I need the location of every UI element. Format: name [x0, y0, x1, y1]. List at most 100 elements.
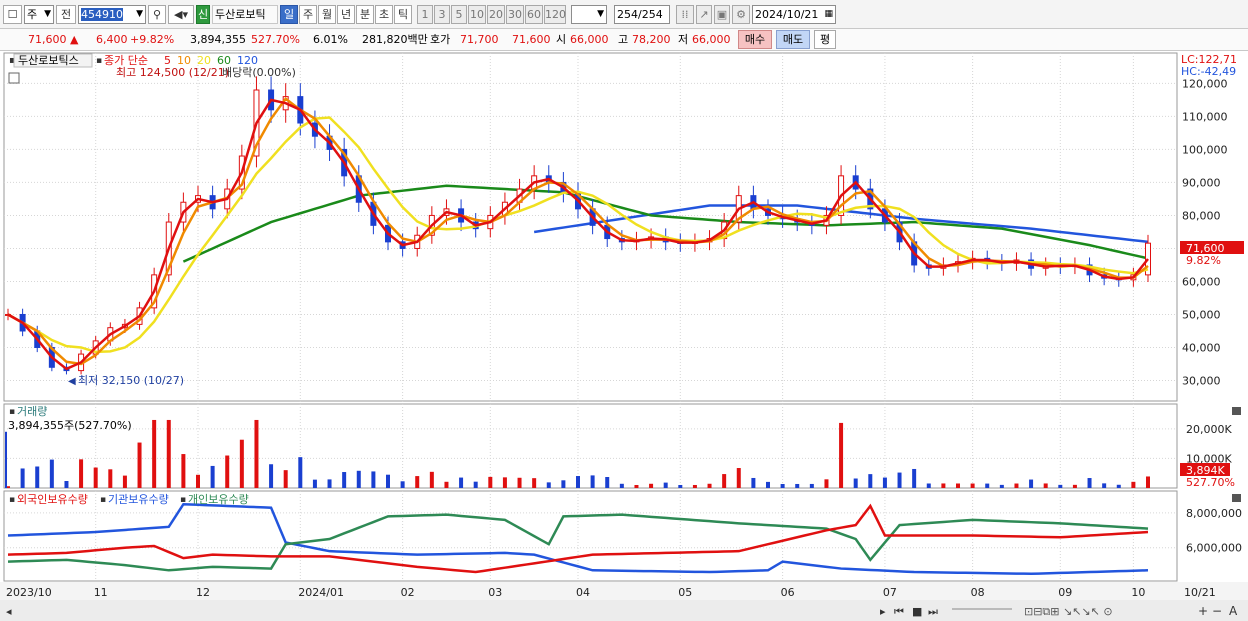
volume-bar	[429, 471, 434, 488]
panel-menu-icon[interactable]: ▪	[9, 407, 15, 417]
interval-button[interactable]: 10	[468, 5, 486, 24]
play-icon[interactable]: ▸	[880, 605, 886, 618]
toolbar: ☐ 주 ▼ 전 454910 ▼ ⚲ ◀▾ 신 두산로보틱 ▼ 254/254 ⁞⁞…	[0, 0, 1248, 29]
interval-button[interactable]: 5	[451, 5, 467, 24]
volume-bar	[897, 472, 902, 488]
chevron-down-icon: ▼	[136, 9, 143, 19]
price-axis-label: 30,000	[1182, 374, 1221, 387]
interval-button[interactable]: 120	[544, 5, 566, 24]
interval-button[interactable]: 60	[525, 5, 543, 24]
panel-close-icon[interactable]	[1232, 407, 1241, 415]
rewind-icon[interactable]: ⏮	[894, 605, 904, 618]
volume-bar	[868, 474, 873, 488]
volume-bar	[532, 478, 537, 488]
market-select[interactable]: 주 ▼	[24, 5, 54, 24]
price-axis-label: 80,000	[1182, 209, 1221, 222]
x-axis-label: 08	[971, 586, 985, 599]
code-input[interactable]: 454910 ▼	[78, 5, 146, 24]
volume-bar	[298, 457, 303, 488]
reset-zoom-icon[interactable]: A	[1229, 604, 1238, 618]
period-button[interactable]: 분	[356, 5, 374, 24]
holding-legend-item: 외국인보유수량	[17, 493, 88, 506]
volume-bar	[546, 482, 551, 488]
high-price: 78,200	[632, 33, 671, 46]
volume-bar	[985, 483, 990, 488]
volume-bar	[1087, 478, 1092, 488]
x-axis-label: 09	[1058, 586, 1072, 599]
tool-icons[interactable]: ⊡⊟⧉⊞ ↘↖↘↖ ⊙	[1024, 605, 1113, 618]
interval-button[interactable]: 20	[487, 5, 505, 24]
prev-button[interactable]: 전	[56, 5, 76, 24]
speaker-icon[interactable]: ◀▾	[168, 5, 194, 24]
price-axis-label: 40,000	[1182, 341, 1221, 354]
volume-bar	[1146, 476, 1150, 488]
period-button[interactable]: 초	[375, 5, 393, 24]
window-menu-icon[interactable]: ☐	[3, 5, 22, 24]
period-button[interactable]: 틱	[394, 5, 412, 24]
count-total: /254	[638, 8, 663, 21]
volume-bar	[941, 483, 946, 488]
volume-bar	[269, 464, 274, 488]
volume-bar	[707, 483, 712, 488]
volume-bar	[970, 483, 975, 488]
market-value: 주	[27, 8, 38, 21]
grid-icon[interactable]: ⁞⁞	[676, 5, 694, 24]
period-button[interactable]: 일	[280, 5, 298, 24]
panel-menu-icon: ▪	[180, 495, 186, 505]
table-icon[interactable]	[8, 72, 20, 84]
price-axis-label: 110,000	[1182, 110, 1228, 123]
price-axis-label: 120,000	[1182, 77, 1228, 90]
save-icon[interactable]: ▣	[714, 5, 730, 24]
holding-legend: ▪ 외국인보유수량 ▪ 기관보유수량 ▪ 개인보유수량	[9, 493, 249, 506]
interval-button[interactable]: 3	[434, 5, 450, 24]
zoom-out-icon[interactable]: −	[1212, 604, 1222, 618]
volume-bar	[64, 481, 69, 488]
min-marker-icon: ◀	[68, 376, 76, 387]
holding-axis-label: 8,000,000	[1186, 507, 1242, 520]
price-change-pct: +9.82%	[130, 33, 175, 46]
panel-menu-icon: ▪	[100, 495, 106, 505]
date-input[interactable]: 2024/10/21 ▦	[752, 5, 836, 24]
volume-bar	[342, 472, 347, 488]
period-button[interactable]: 년	[337, 5, 355, 24]
low-price: 66,000	[692, 33, 731, 46]
forward-icon[interactable]: ⏭	[928, 605, 938, 618]
stop-icon[interactable]: ■	[912, 605, 922, 618]
stock-chart[interactable]: 120,000110,000100,00090,00080,00070,0006…	[0, 51, 1248, 621]
volume-bar	[590, 475, 595, 488]
volume-bar	[795, 483, 800, 488]
holding-legend-item: 개인보유수량	[188, 493, 249, 506]
buy-button[interactable]: 매수	[738, 30, 772, 49]
tool-icon[interactable]: ↗	[696, 5, 712, 24]
volume-bar	[371, 471, 376, 488]
zoom-in-icon[interactable]: +	[1198, 604, 1208, 618]
price-axis-label: 50,000	[1182, 308, 1221, 321]
volume-bar	[210, 465, 215, 488]
search-icon[interactable]: ⚲	[148, 5, 166, 24]
x-axis-label: 07	[883, 586, 897, 599]
average-button[interactable]: 평	[814, 30, 836, 49]
interval-button[interactable]: 30	[506, 5, 524, 24]
volume-bar	[79, 459, 84, 488]
period-button[interactable]: 월	[318, 5, 336, 24]
price-axis-label: 60,000	[1182, 275, 1221, 288]
volume-value: 3,894,355주(527.70%)	[8, 419, 132, 432]
interval-button[interactable]: 1	[417, 5, 433, 24]
volume-pct: 527.70%	[251, 33, 300, 46]
gear-icon[interactable]: ⚙	[732, 5, 750, 24]
price-axis-label: 100,000	[1182, 143, 1228, 156]
count-input[interactable]: 254/254	[614, 5, 670, 24]
panel-menu-icon[interactable]: ▪	[96, 56, 102, 66]
interval-custom-input[interactable]: ▼	[571, 5, 607, 24]
panel-close-icon[interactable]	[1232, 494, 1241, 502]
period-button[interactable]: 주	[299, 5, 317, 24]
volume-bar	[327, 479, 332, 488]
volume-bar	[809, 483, 814, 488]
volume-bar	[517, 477, 522, 488]
sell-button[interactable]: 매도	[776, 30, 810, 49]
volume-bar	[1116, 484, 1121, 488]
ask-price: 71,700	[460, 33, 499, 46]
volume-bar	[473, 481, 478, 488]
holding-legend-item: 기관보유수량	[108, 493, 169, 506]
scroll-left-icon[interactable]: ◂	[6, 605, 12, 618]
